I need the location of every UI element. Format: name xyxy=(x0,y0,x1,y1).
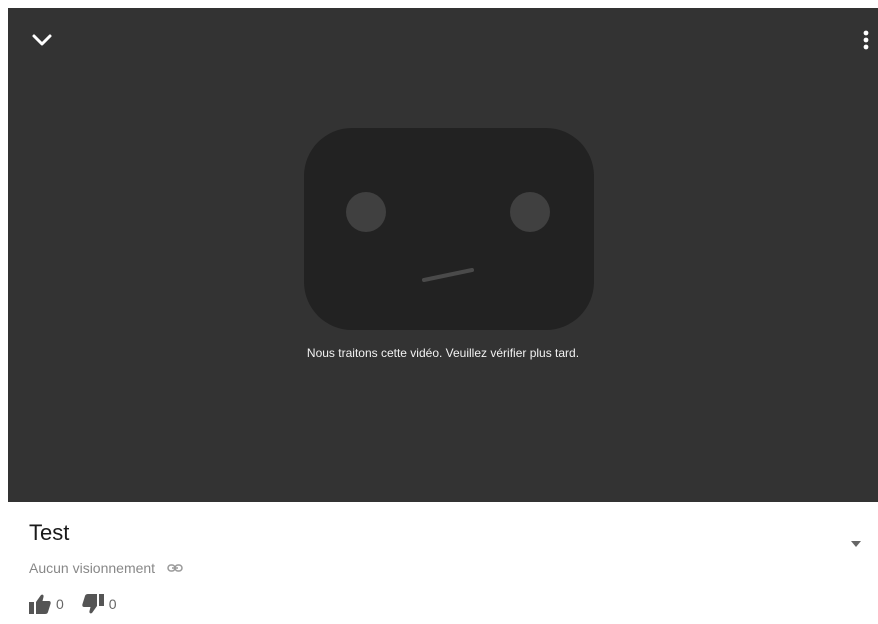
view-count: Aucun visionnement xyxy=(29,560,156,576)
link-icon xyxy=(167,564,183,572)
video-title: Test xyxy=(29,520,70,545)
thumb-down-icon xyxy=(82,594,104,614)
rating-actions: 0 0 xyxy=(29,594,117,614)
video-player[interactable]: Nous traitons cette vidéo. Veuillez véri… xyxy=(8,8,878,502)
expand-description-button[interactable] xyxy=(848,536,864,552)
share-link-button[interactable] xyxy=(167,563,183,573)
sad-robot-face-icon xyxy=(304,128,594,330)
dislike-count: 0 xyxy=(108,596,117,612)
video-meta: Aucun visionnement xyxy=(29,560,183,576)
dislike-button[interactable]: 0 xyxy=(82,594,117,614)
app-frame: Nous traitons cette vidéo. Veuillez véri… xyxy=(0,0,878,624)
video-info-panel: Test Aucun visionnement 0 0 xyxy=(0,502,878,624)
more-options-button[interactable] xyxy=(858,24,874,56)
caret-down-icon xyxy=(851,541,861,547)
thumb-up-icon xyxy=(29,594,51,614)
like-count: 0 xyxy=(56,596,64,612)
collapse-button[interactable] xyxy=(26,24,58,56)
like-button[interactable]: 0 xyxy=(29,594,64,614)
more-vert-icon xyxy=(863,30,869,50)
processing-message: Nous traitons cette vidéo. Veuillez véri… xyxy=(306,346,580,360)
chevron-down-icon xyxy=(32,34,52,46)
